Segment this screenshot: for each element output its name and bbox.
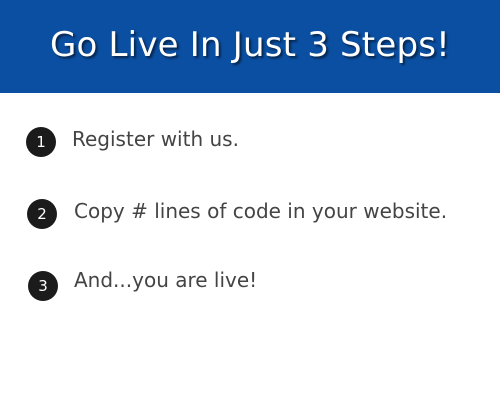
step-number-badge: 1 <box>26 127 56 157</box>
step-item: 3 And...you are live! <box>0 264 500 301</box>
step-number-badge: 3 <box>28 271 58 301</box>
step-text: Register with us. <box>72 127 239 151</box>
step-item: 2 Copy # lines of code in your website. <box>0 194 500 230</box>
header-banner: Go Live In Just 3 Steps! <box>0 0 500 93</box>
step-text: Copy # lines of code in your website. <box>74 199 448 223</box>
page: Go Live In Just 3 Steps! 1 Register with… <box>0 0 500 400</box>
step-number-badge: 2 <box>27 199 57 229</box>
step-text: And...you are live! <box>74 268 258 292</box>
step-item: 1 Register with us. <box>0 122 500 158</box>
page-title: Go Live In Just 3 Steps! <box>49 24 450 65</box>
